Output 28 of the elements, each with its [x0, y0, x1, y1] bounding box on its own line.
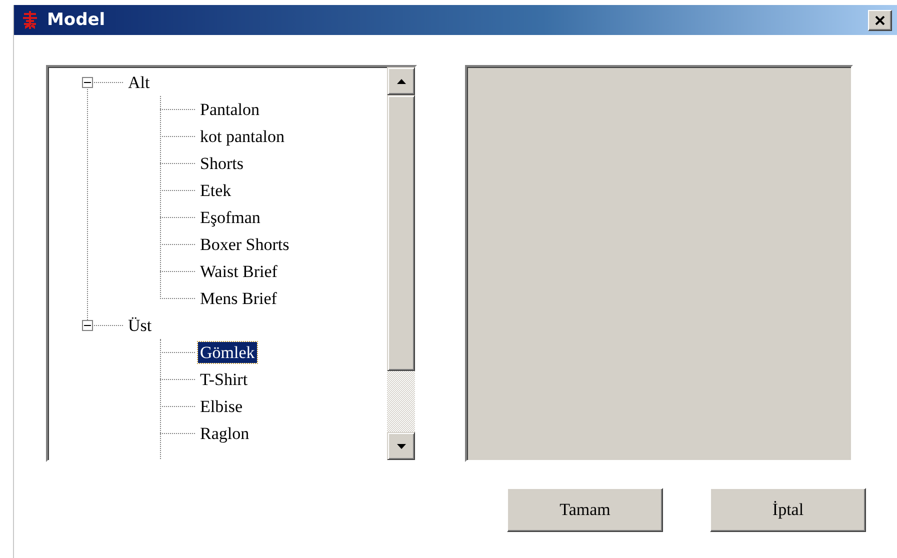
tree-item[interactable]: Elbise [198, 396, 244, 417]
dialog-button[interactable]: İptal [710, 488, 866, 532]
scroll-down-button[interactable] [387, 432, 415, 460]
app-icon [21, 10, 39, 30]
scrollbar[interactable] [387, 67, 415, 460]
collapse-icon[interactable] [82, 320, 93, 331]
tree-item[interactable]: Gömlek [198, 342, 257, 363]
tree-item[interactable]: Raglon [198, 423, 252, 444]
tree-item[interactable]: Etek [198, 180, 234, 201]
tree-item[interactable]: Boxer Shorts [198, 234, 292, 255]
dialog-button[interactable]: Tamam [507, 488, 663, 532]
close-icon [875, 16, 885, 24]
tree-item[interactable]: Mens Brief [198, 288, 279, 309]
scroll-up-button[interactable] [387, 67, 415, 95]
collapse-icon[interactable] [82, 77, 93, 88]
tree-item[interactable]: Üst [126, 315, 154, 336]
window-title: Model [47, 10, 106, 30]
scroll-thumb[interactable] [387, 95, 415, 371]
tree-item[interactable]: Pantalon [198, 99, 262, 120]
tree-item[interactable]: Eşofman [198, 207, 262, 228]
tree-item[interactable]: Waist Brief [198, 261, 280, 282]
down-arrow-icon [396, 444, 406, 448]
tree-item[interactable]: T-Shirt [198, 369, 250, 390]
tree-item[interactable]: Shorts [198, 153, 246, 174]
tree-item[interactable]: Alt [126, 72, 152, 93]
up-arrow-icon [396, 78, 406, 84]
tree-item[interactable]: kot pantalon [198, 126, 287, 147]
close-button[interactable] [868, 10, 892, 30]
